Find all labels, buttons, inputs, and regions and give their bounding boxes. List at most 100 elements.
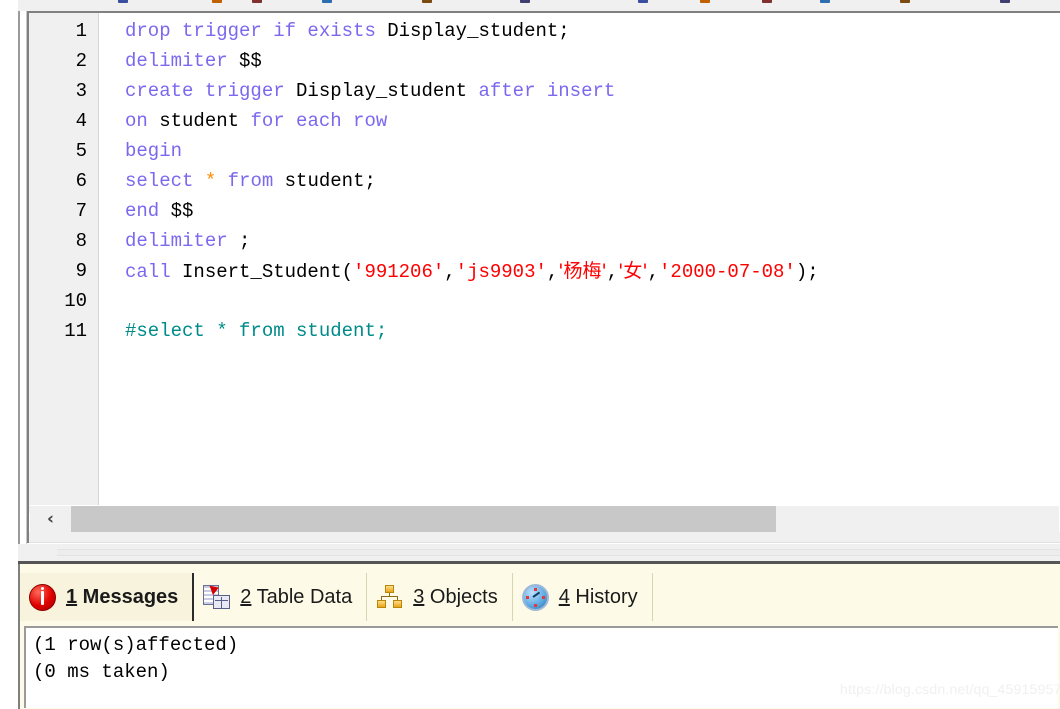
code-token: $$ (239, 50, 262, 72)
tab-name: Messages (77, 585, 179, 608)
code-token: from (227, 170, 285, 192)
scrollbar-track[interactable] (776, 506, 1059, 532)
toolbar-button-1[interactable] (118, 0, 128, 3)
code-token: delimiter (125, 230, 240, 252)
tab-accelerator: 1 (66, 585, 78, 608)
line-text[interactable]: create trigger Display_student after ins… (125, 76, 615, 106)
code-token: '2000-07-08' (659, 261, 796, 283)
code-token: call (125, 261, 183, 283)
code-line[interactable]: 6 select * from student; (29, 166, 1060, 196)
code-token: '991206' (353, 261, 445, 283)
toolbar-button-2[interactable] (212, 0, 222, 3)
line-text[interactable]: select * from student; (125, 166, 376, 196)
results-tab-label: 1 Messages (66, 586, 178, 609)
info-icon (28, 582, 58, 612)
code-token: #select * from student; (125, 320, 388, 342)
tab-name: Table Data (251, 585, 353, 608)
results-tab-objects[interactable]: 3 Objects (367, 573, 513, 621)
pane-splitter[interactable] (18, 544, 1060, 561)
toolbar-button-11[interactable] (900, 0, 910, 3)
watermark-text: https://blog.csdn.net/qq_45915957 (840, 681, 1060, 697)
tab-accelerator: 2 (240, 585, 252, 608)
tab-accelerator: 3 (413, 585, 425, 608)
code-token: 'js9903' (455, 261, 547, 283)
code-token: Display_student (296, 80, 479, 102)
toolbar-button-4[interactable] (322, 0, 332, 3)
code-token: '女' (618, 260, 648, 282)
line-text[interactable]: delimiter ; (125, 226, 250, 256)
tabbar-empty-space (652, 573, 1060, 621)
code-line[interactable]: 5 begin (29, 136, 1060, 166)
toolbar-button-5[interactable] (422, 0, 432, 3)
line-number: 10 (64, 290, 87, 312)
code-line[interactable]: 3 create trigger Display_student after in… (29, 76, 1060, 106)
line-number: 3 (75, 80, 87, 102)
editor-left-rail (18, 11, 27, 560)
splitter-grip[interactable] (57, 549, 1060, 556)
toolbar-button-7[interactable] (638, 0, 648, 3)
results-tab-label: 3 Objects (413, 586, 497, 609)
code-token: , (444, 261, 456, 283)
code-token: end (125, 200, 171, 222)
results-tab-label: 4 History (559, 586, 638, 609)
line-number: 1 (75, 20, 87, 42)
code-token: , (546, 261, 559, 283)
code-token: on (125, 110, 160, 132)
toolbar-button-9[interactable] (762, 0, 772, 3)
code-token: Display_student; (387, 20, 570, 42)
code-token: drop trigger if exists (125, 20, 388, 42)
sql-editor-pane[interactable]: 1 drop trigger if exists Display_student;… (27, 11, 1060, 543)
line-text[interactable]: call Insert_Student('991206','js9903','杨… (125, 256, 819, 287)
line-text[interactable]: delimiter $$ (125, 46, 262, 76)
message-line: (1 row(s)affected) (33, 634, 239, 656)
code-token: after insert (478, 80, 616, 102)
code-line[interactable]: 7 end $$ (29, 196, 1060, 226)
code-token: , (647, 261, 660, 283)
scrollbar-thumb[interactable] (71, 506, 776, 532)
results-tab-label: 2 Table Data (240, 586, 352, 609)
code-token: , (606, 261, 619, 283)
code-token: ; (239, 230, 251, 252)
toolbar-button-12[interactable] (1000, 0, 1010, 3)
code-line[interactable]: 11 #select * from student; (29, 316, 1060, 346)
code-line[interactable]: 1 drop trigger if exists Display_student; (29, 16, 1060, 46)
toolbar-button-10[interactable] (820, 0, 830, 3)
code-line[interactable]: 8 delimiter ; (29, 226, 1060, 256)
code-token: begin (125, 140, 183, 162)
code-token: ); (795, 261, 819, 283)
tab-accelerator: 4 (558, 585, 570, 608)
code-line[interactable]: 10 (29, 286, 1060, 316)
code-line[interactable]: 9 call Insert_Student('991206','js9903','… (29, 256, 1060, 286)
line-text[interactable]: #select * from student; (125, 316, 387, 346)
line-text[interactable]: end $$ (125, 196, 193, 226)
line-number: 4 (75, 110, 87, 132)
results-tab-messages[interactable]: 1 Messages (20, 573, 195, 621)
window-left-edge (0, 0, 18, 709)
results-tab-history[interactable]: 4 History (512, 573, 653, 621)
editor-bottom-edge (29, 532, 1060, 543)
line-number: 9 (75, 260, 87, 282)
line-number: 2 (75, 50, 87, 72)
objects-icon (375, 582, 405, 612)
code-token: student (159, 110, 251, 132)
editor-horizontal-scrollbar[interactable]: ‹ (30, 505, 1059, 532)
toolbar-button-8[interactable] (700, 0, 710, 3)
code-token: create trigger (125, 80, 297, 102)
results-tab-table-data[interactable]: 2 Table Data (194, 573, 368, 621)
code-token: select (125, 170, 205, 192)
line-number: 8 (75, 230, 87, 252)
line-text[interactable]: begin (125, 136, 182, 166)
code-token: delimiter (125, 50, 240, 72)
toolbar-button-3[interactable] (252, 0, 262, 3)
code-area[interactable]: 1 drop trigger if exists Display_student;… (29, 13, 1060, 513)
results-tabbar[interactable]: 1 Messages 2 Table Data 3 Objects 4 History (20, 573, 1060, 621)
line-text[interactable]: on student for each row (125, 106, 387, 136)
line-text[interactable]: drop trigger if exists Display_student; (125, 16, 570, 46)
tab-name: Objects (424, 585, 498, 608)
tab-name: History (569, 585, 638, 608)
toolbar-button-6[interactable] (520, 0, 530, 3)
scroll-left-button[interactable]: ‹ (30, 506, 71, 532)
code-line[interactable]: 4 on student for each row (29, 106, 1060, 136)
code-line[interactable]: 2 delimiter $$ (29, 46, 1060, 76)
code-token: '杨梅' (558, 260, 607, 282)
